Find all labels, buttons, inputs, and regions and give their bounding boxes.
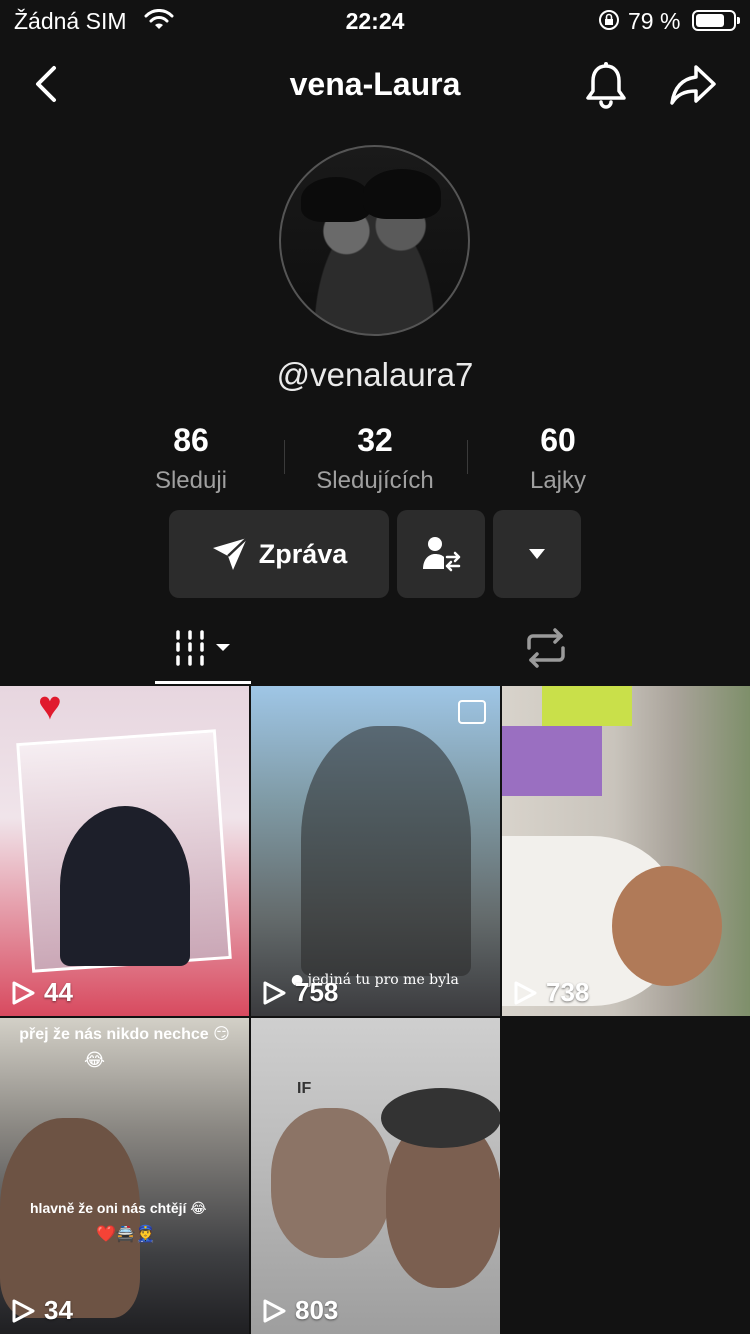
page-title: vena-Laura xyxy=(289,66,461,102)
avatar[interactable] xyxy=(279,145,470,336)
heart-sticker-icon: ♥ xyxy=(38,686,62,728)
play-icon xyxy=(12,1299,35,1322)
status-bar: Žádná SIM 22:24 79 % xyxy=(0,0,750,42)
play-icon xyxy=(263,1299,286,1322)
send-icon xyxy=(212,537,248,570)
video-thumbnail[interactable]: 738 xyxy=(502,686,750,1016)
more-options-button[interactable] xyxy=(493,510,581,598)
message-button[interactable]: Zpráva xyxy=(169,510,389,598)
video-thumbnail[interactable]: přej že nás nikdo nechce 😏 😂 hlavně že o… xyxy=(0,1018,249,1334)
stat-followers-label: Sledujících xyxy=(316,467,434,494)
stat-following[interactable]: 86 Sleduji xyxy=(101,422,281,495)
bell-icon[interactable] xyxy=(582,60,630,110)
play-icon xyxy=(12,981,35,1004)
play-icon xyxy=(263,981,286,1004)
share-arrow-icon[interactable] xyxy=(668,62,718,108)
video-caption: přej že nás nikdo nechce 😏 xyxy=(19,1026,230,1043)
view-count: 34 xyxy=(10,1295,73,1326)
view-count: 738 xyxy=(512,977,589,1008)
profile-handle: @venalaura7 xyxy=(276,356,474,393)
follow-toggle-button[interactable] xyxy=(397,510,485,598)
nav-bar: vena-Laura xyxy=(0,42,750,128)
stat-following-label: Sleduji xyxy=(154,467,228,494)
video-caption-emoji: ❤️🚔👮 xyxy=(96,1226,156,1243)
stat-likes-label: Lajky xyxy=(529,467,587,494)
repost-icon xyxy=(527,628,565,668)
video-overlay-text: IF xyxy=(297,1080,312,1097)
stat-likes[interactable]: 60 Lajky xyxy=(468,422,648,495)
stat-followers-value: 32 xyxy=(357,422,393,458)
view-count-value: 44 xyxy=(44,977,73,1007)
photo-post-icon xyxy=(458,700,486,724)
message-button-label: Zpráva xyxy=(258,538,348,569)
view-count: 44 xyxy=(10,977,73,1008)
view-count-value: 758 xyxy=(295,977,339,1007)
video-grid-icon xyxy=(176,630,230,666)
view-count-value: 803 xyxy=(295,1295,339,1325)
play-icon xyxy=(514,981,537,1004)
tab-videos[interactable] xyxy=(155,612,251,684)
video-caption: hlavně že oni nás chtějí 😂 xyxy=(30,1200,207,1216)
view-count-value: 738 xyxy=(546,977,590,1007)
video-thumbnail[interactable]: ● jediná tu pro me byla 758 xyxy=(251,686,500,1016)
video-caption-emoji: 😂 xyxy=(84,1050,106,1070)
follow-swap-icon xyxy=(423,537,461,572)
stat-followers[interactable]: 32 Sledujících xyxy=(285,422,465,495)
view-count: 758 xyxy=(261,977,338,1008)
video-grid: ♥ 44 ● jediná tu pro me byla 758 738 pře… xyxy=(0,686,750,1334)
video-thumbnail[interactable]: IF 803 xyxy=(251,1018,500,1334)
view-count: 803 xyxy=(261,1295,338,1326)
stat-likes-value: 60 xyxy=(540,422,576,458)
view-count-value: 34 xyxy=(44,1295,73,1325)
battery-fill xyxy=(696,14,725,27)
tab-reposts[interactable] xyxy=(500,612,592,684)
video-thumbnail[interactable]: ♥ 44 xyxy=(0,686,249,1016)
battery-icon xyxy=(692,10,740,31)
active-tab-indicator xyxy=(155,681,251,684)
stat-following-value: 86 xyxy=(173,422,209,458)
dropdown-arrow-icon xyxy=(529,549,545,559)
orientation-lock-icon xyxy=(599,10,619,30)
battery-percent: 79 % xyxy=(628,8,681,34)
